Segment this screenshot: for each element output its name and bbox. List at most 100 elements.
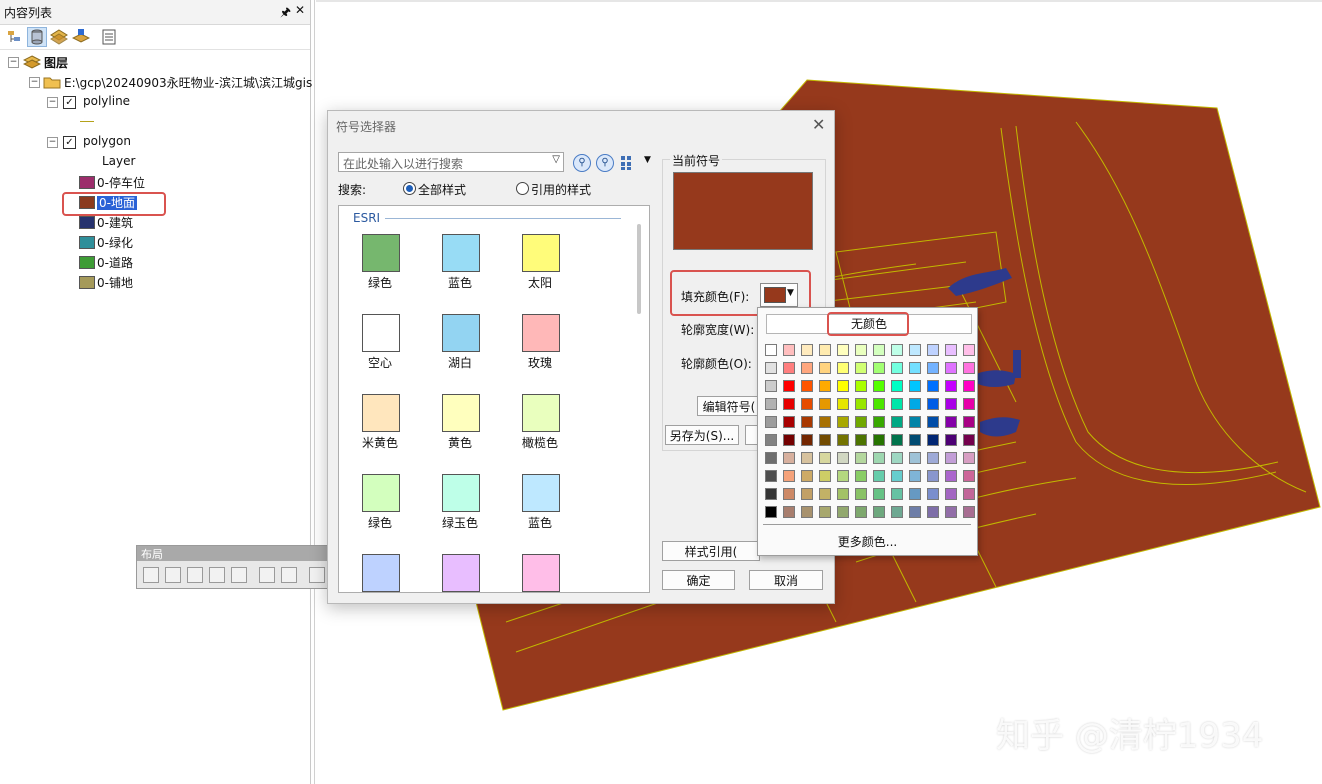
palette-color-cell[interactable] (909, 452, 921, 464)
symbol-label[interactable]: 蓝色 (500, 514, 580, 531)
symbol-swatch[interactable] (522, 474, 560, 512)
palette-color-cell[interactable] (873, 488, 885, 500)
palette-color-cell[interactable] (765, 398, 777, 410)
palette-color-cell[interactable] (783, 506, 795, 518)
palette-color-cell[interactable] (963, 398, 975, 410)
palette-color-cell[interactable] (891, 452, 903, 464)
palette-color-cell[interactable] (963, 506, 975, 518)
pin-icon[interactable]: 🖈 (280, 3, 291, 24)
search-icon[interactable]: ⚲ (573, 154, 591, 172)
palette-color-cell[interactable] (909, 380, 921, 392)
list-by-visibility-icon[interactable] (50, 28, 68, 46)
data-source-path[interactable]: E:\gcp\20240903永旺物业-滨江城\滨江城gis (64, 74, 312, 91)
symbol-label[interactable]: 米黄色 (340, 434, 420, 451)
radio-all-styles-label[interactable]: 全部样式 (418, 181, 466, 198)
palette-color-cell[interactable] (837, 506, 849, 518)
symbol-label[interactable]: 湖白 (420, 354, 500, 371)
palette-color-cell[interactable] (891, 488, 903, 500)
palette-color-cell[interactable] (837, 344, 849, 356)
palette-color-cell[interactable] (909, 488, 921, 500)
zoom-in-icon[interactable] (143, 567, 159, 583)
palette-color-cell[interactable] (927, 344, 939, 356)
symbol-label[interactable]: 玫瑰 (500, 354, 580, 371)
palette-color-cell[interactable] (873, 362, 885, 374)
collapse-toggle[interactable]: − (29, 77, 40, 88)
save-as-button[interactable]: 另存为(S)... (665, 425, 739, 445)
palette-color-cell[interactable] (855, 362, 867, 374)
palette-color-cell[interactable] (765, 362, 777, 374)
symbol-label[interactable]: 绿色 (340, 514, 420, 531)
symbol-gallery[interactable]: ESRI 绿色 蓝色 太阳 空心 湖白 玫瑰 米黄色 黄色 橄榄色 绿色 绿玉色 蓝色 (338, 205, 650, 593)
palette-color-cell[interactable] (873, 398, 885, 410)
search-input[interactable]: 在此处输入以进行搜索 ▽ (338, 152, 564, 172)
palette-color-cell[interactable] (837, 452, 849, 464)
symbol-swatch[interactable] (522, 394, 560, 432)
palette-color-cell[interactable] (765, 434, 777, 446)
palette-color-cell[interactable] (819, 362, 831, 374)
class-swatch-building[interactable] (79, 216, 95, 229)
back-extent-icon[interactable] (309, 567, 325, 583)
palette-color-cell[interactable] (909, 506, 921, 518)
palette-color-cell[interactable] (819, 470, 831, 482)
palette-color-cell[interactable] (801, 362, 813, 374)
palette-color-cell[interactable] (765, 416, 777, 428)
palette-color-cell[interactable] (837, 434, 849, 446)
palette-color-cell[interactable] (945, 506, 957, 518)
symbol-label[interactable]: 空心 (340, 354, 420, 371)
edit-symbol-button[interactable]: 编辑符号( (697, 396, 761, 416)
palette-color-cell[interactable] (819, 506, 831, 518)
symbol-swatch[interactable] (362, 394, 400, 432)
fill-color-swatch[interactable] (764, 287, 786, 303)
palette-color-cell[interactable] (783, 434, 795, 446)
pan-icon[interactable] (187, 567, 203, 583)
palette-color-cell[interactable] (801, 434, 813, 446)
palette-color-cell[interactable] (783, 380, 795, 392)
palette-color-cell[interactable] (855, 452, 867, 464)
layer-visibility-checkbox[interactable]: ✓ (63, 96, 76, 109)
palette-color-cell[interactable] (801, 344, 813, 356)
symbol-swatch[interactable] (442, 314, 480, 352)
palette-color-cell[interactable] (855, 434, 867, 446)
zoom-out-icon[interactable] (165, 567, 181, 583)
symbol-label[interactable]: 蓝色 (420, 274, 500, 291)
polyline-symbol[interactable] (80, 121, 94, 122)
collapse-toggle[interactable]: − (47, 137, 58, 148)
class-label-parking[interactable]: 0-停车位 (97, 174, 145, 191)
class-swatch-paving[interactable] (79, 276, 95, 289)
ok-button[interactable]: 确定 (662, 570, 735, 590)
palette-color-cell[interactable] (927, 434, 939, 446)
palette-color-cell[interactable] (837, 470, 849, 482)
layer-name-polyline[interactable]: polyline (83, 94, 130, 108)
symbol-swatch[interactable] (362, 554, 400, 592)
symbol-swatch[interactable] (362, 474, 400, 512)
symbol-swatch[interactable] (442, 554, 480, 592)
layers-root-label[interactable]: 图层 (44, 54, 68, 71)
palette-color-cell[interactable] (873, 452, 885, 464)
options-icon[interactable] (100, 28, 118, 46)
zoom-100-icon[interactable] (231, 567, 247, 583)
palette-color-cell[interactable] (819, 488, 831, 500)
palette-color-cell[interactable] (963, 344, 975, 356)
palette-color-cell[interactable] (765, 344, 777, 356)
palette-color-cell[interactable] (873, 470, 885, 482)
palette-color-cell[interactable] (945, 452, 957, 464)
palette-color-cell[interactable] (855, 470, 867, 482)
palette-color-cell[interactable] (891, 362, 903, 374)
palette-color-cell[interactable] (855, 506, 867, 518)
symbol-swatch[interactable] (362, 314, 400, 352)
clear-search-icon[interactable]: ⚲ (596, 154, 614, 172)
palette-color-cell[interactable] (783, 398, 795, 410)
style-references-button[interactable]: 样式引用( (662, 541, 760, 561)
palette-color-cell[interactable] (945, 380, 957, 392)
close-icon[interactable]: ✕ (812, 115, 825, 134)
palette-color-cell[interactable] (963, 380, 975, 392)
palette-color-cell[interactable] (801, 452, 813, 464)
palette-color-cell[interactable] (783, 470, 795, 482)
symbol-swatch[interactable] (442, 394, 480, 432)
palette-color-cell[interactable] (765, 506, 777, 518)
zoom-whole-page-icon[interactable] (209, 567, 225, 583)
palette-color-cell[interactable] (855, 344, 867, 356)
palette-color-cell[interactable] (927, 362, 939, 374)
symbol-swatch[interactable] (522, 234, 560, 272)
class-label-greenery[interactable]: 0-绿化 (97, 234, 133, 251)
